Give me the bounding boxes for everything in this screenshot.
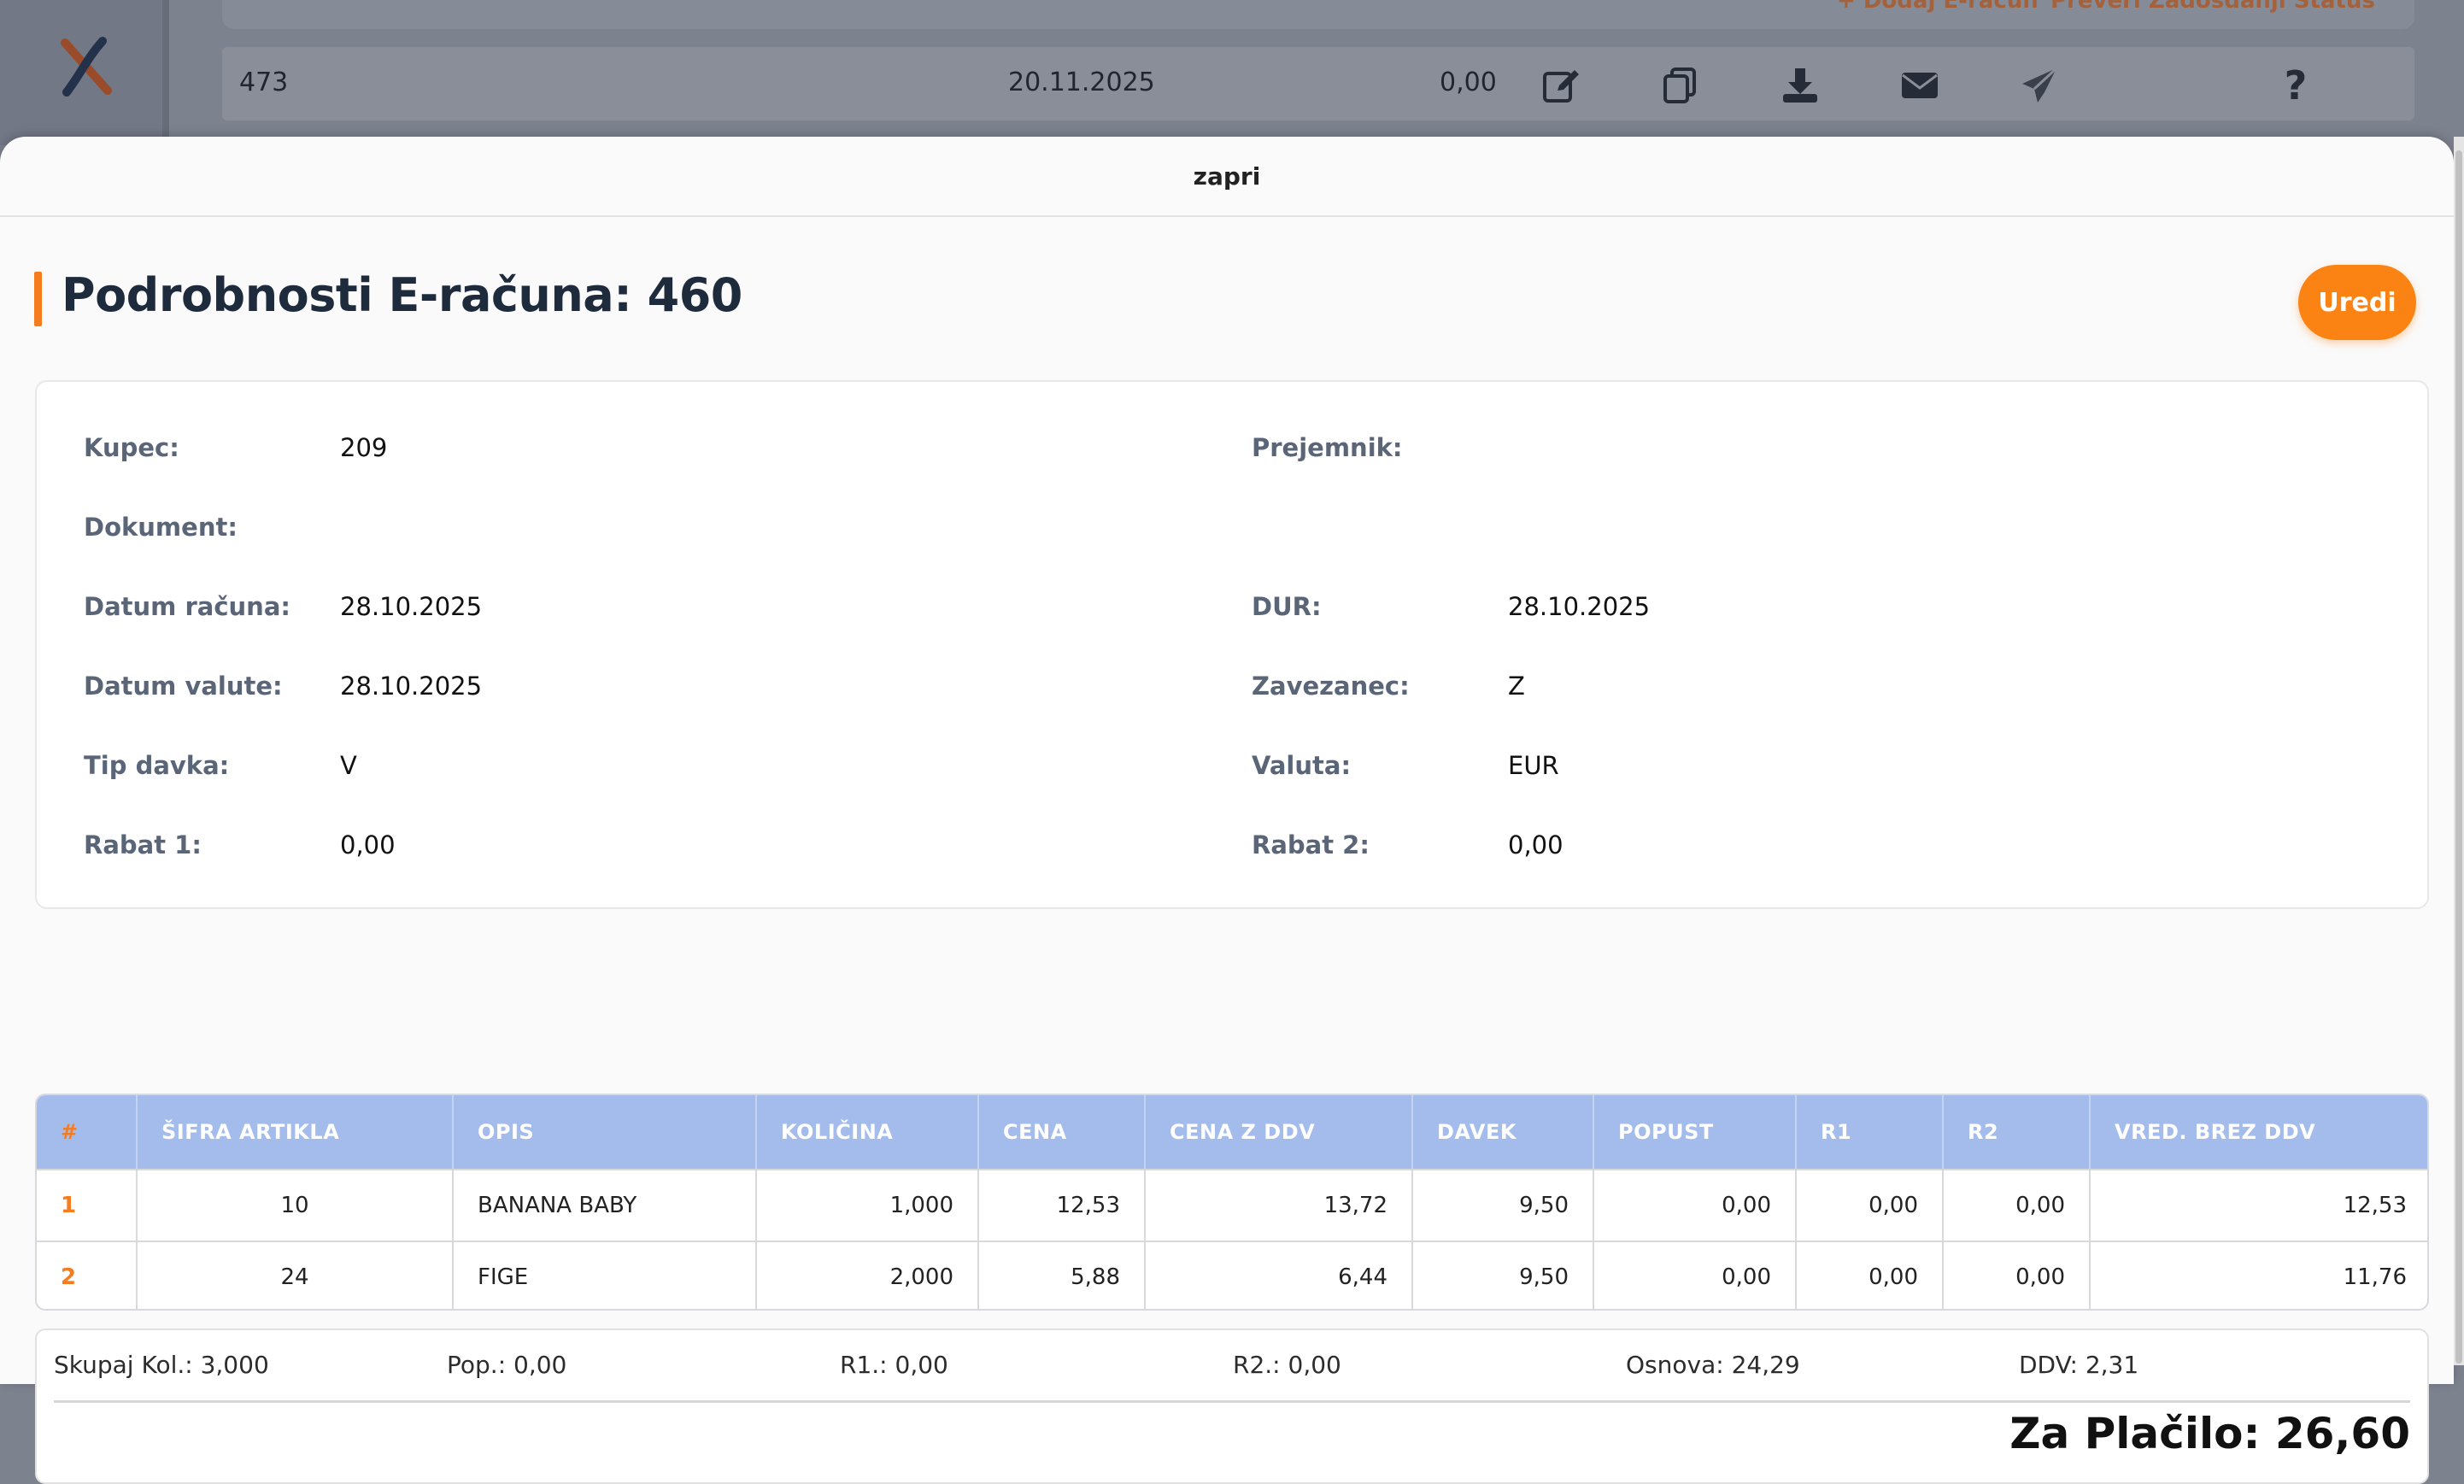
field-value: 0,00 [1508,830,1563,859]
field-label: Prejemnik: [1252,433,1403,462]
cell-price: 5,88 [978,1241,1146,1309]
table-row[interactable]: 2 24 FIGE 2,000 5,88 6,44 9,50 0,00 0,00… [37,1241,2427,1309]
field-label: Rabat 1: [84,830,202,859]
column-header[interactable]: ŠIFRA ARTIKLA [137,1095,454,1170]
field-label: Zavezanec: [1252,672,1410,701]
summary-card: Skupaj Kol.: 3,000 Pop.: 0,00 R1.: 0,00 … [35,1329,2429,1484]
field-label: DUR: [1252,592,1322,621]
edit-button[interactable]: Uredi [2298,265,2416,340]
app-logo[interactable] [53,34,121,103]
summary-divider [54,1400,2410,1403]
cell-r1: 0,00 [1796,1169,1944,1241]
cell-article-code: 24 [137,1241,454,1309]
column-header[interactable]: R2 [1943,1095,2091,1170]
invoice-details-modal: zapri Podrobnosti E-računa: 460 Uredi Ku… [0,137,2454,1484]
field-label: Kupec: [84,433,179,462]
field-value: 28.10.2025 [340,672,483,701]
row-index: 2 [37,1241,138,1309]
edit-icon[interactable] [1538,62,1584,109]
field-value: EUR [1508,751,1559,780]
cell-description: BANANA BABY [453,1169,757,1241]
field-label: Dokument: [84,513,238,542]
check-status-link[interactable]: Preveri Zadošdanji Status [2050,0,2375,14]
row-id: 473 [239,67,289,97]
modal-scrollbar-thumb[interactable] [2455,150,2462,1364]
cell-r1: 0,00 [1796,1241,1944,1309]
field-label: Rabat 2: [1252,830,1370,859]
add-invoice-link[interactable]: + Dodaj E-račun [1837,0,2039,14]
cell-r2: 0,00 [1943,1241,2091,1309]
column-header[interactable]: KOLIČINA [756,1095,979,1170]
field-label: Datum valute: [84,672,283,701]
question-icon[interactable]: ? [2273,62,2319,109]
cell-description: FIGE [453,1241,757,1309]
field-value: 28.10.2025 [340,592,483,621]
table-header-row: # ŠIFRA ARTIKLA OPIS KOLIČINA CENA CENA … [37,1095,2427,1170]
cell-value-without-vat: 12,53 [2090,1169,2427,1241]
field-label: Valuta: [1252,751,1352,780]
row-amount: 0,00 [1440,67,1497,97]
items-table: # ŠIFRA ARTIKLA OPIS KOLIČINA CENA CENA … [35,1094,2429,1311]
cell-discount: 0,00 [1593,1241,1797,1309]
column-header[interactable]: # [37,1095,138,1170]
background-table-row: 473 20.11.2025 0,00 ? [222,47,2414,120]
cell-price-with-vat: 6,44 [1145,1241,1413,1309]
field-value: 0,00 [340,830,396,859]
field-label: Tip davka: [84,751,230,780]
column-header[interactable]: CENA Z DDV [1145,1095,1413,1170]
cell-value-without-vat: 11,76 [2090,1241,2427,1309]
background-toolbar: + Dodaj E-račun Preveri Zadošdanji Statu… [222,0,2414,29]
cell-price-with-vat: 13,72 [1145,1169,1413,1241]
field-value: V [340,751,357,780]
cell-price: 12,53 [978,1169,1146,1241]
cell-tax: 9,50 [1412,1241,1594,1309]
invoice-details-card: Kupec: 209 Dokument: Datum računa: 28.10… [35,380,2429,909]
table-row[interactable]: 1 10 BANANA BABY 1,000 12,53 13,72 9,50 … [37,1169,2427,1241]
column-header[interactable]: OPIS [453,1095,757,1170]
page-title: Podrobnosti E-računa: 460 [62,268,742,322]
title-row: Podrobnosti E-računa: 460 Uredi [34,265,2416,342]
title-accent-bar [34,272,42,326]
field-value: Z [1508,672,1525,701]
cell-article-code: 10 [137,1169,454,1241]
field-label: Datum računa: [84,592,290,621]
close-button[interactable]: zapri [0,137,2454,217]
column-header[interactable]: VRED. BREZ DDV [2090,1095,2427,1170]
cell-discount: 0,00 [1593,1169,1797,1241]
column-header[interactable]: POPUST [1593,1095,1797,1170]
cell-quantity: 1,000 [756,1169,979,1241]
field-value: 28.10.2025 [1508,592,1651,621]
field-value: 209 [340,433,388,462]
row-date: 20.11.2025 [1008,67,1155,97]
column-header[interactable]: CENA [978,1095,1146,1170]
cell-quantity: 2,000 [756,1241,979,1309]
paper-plane-icon[interactable] [2016,62,2062,109]
row-index: 1 [37,1169,138,1241]
column-header[interactable]: R1 [1796,1095,1944,1170]
cell-r2: 0,00 [1943,1169,2091,1241]
column-header[interactable]: DAVEK [1412,1095,1594,1170]
download-icon[interactable] [1777,62,1823,109]
total-amount: Za Plačilo: 26,60 [2009,1409,2410,1458]
cell-tax: 9,50 [1412,1169,1594,1241]
envelope-icon[interactable] [1897,62,1943,109]
sidebar [0,0,169,145]
copy-icon[interactable] [1657,62,1704,109]
